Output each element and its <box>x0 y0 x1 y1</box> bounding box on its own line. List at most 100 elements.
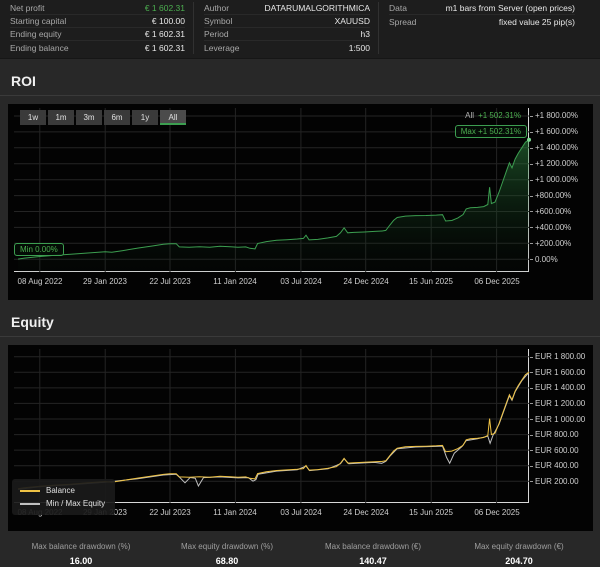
roi-chart-panel: 0.00%+200.00%+400.00%+600.00%+800.00%+1 … <box>8 104 593 300</box>
balance-line-swatch <box>20 490 40 492</box>
stat-label: Starting capital <box>10 16 66 26</box>
y-axis-label: +1 200.00% <box>535 159 578 168</box>
y-axis-label: EUR 800.00 <box>535 430 579 439</box>
equity-legend: Balance Min / Max Equity <box>12 479 115 515</box>
stat-symbol: Symbol XAUUSD <box>204 15 370 28</box>
y-axis-label: +1 600.00% <box>535 127 578 136</box>
y-axis-tick <box>530 372 533 373</box>
x-axis-label: 06 Dec 2025 <box>465 508 529 517</box>
legend-label: Min / Max Equity <box>46 499 105 508</box>
stat-ending-equity: Ending equity € 1 602.31 <box>10 28 185 41</box>
summary-col-data: Data m1 bars from Server (open prices) S… <box>378 2 583 54</box>
summary-col-profit: Net profit € 1 602.31 Starting capital €… <box>8 2 193 54</box>
stat-value: DATARUMALGORITHMICA <box>265 3 370 13</box>
stat-net-profit: Net profit € 1 602.31 <box>10 2 185 15</box>
y-axis-label: +800.00% <box>535 191 571 200</box>
roi-max-badge: Max +1 502.31% <box>455 125 527 138</box>
x-axis-label: 06 Dec 2025 <box>465 277 529 286</box>
range-button-1y[interactable]: 1y <box>132 110 158 125</box>
y-axis-tick <box>530 227 533 228</box>
y-axis-label: EUR 1 200.00 <box>535 399 585 408</box>
range-button-all[interactable]: All <box>160 110 186 125</box>
y-axis-tick <box>530 116 533 117</box>
x-axis-label: 24 Dec 2024 <box>334 277 398 286</box>
y-axis-tick <box>530 196 533 197</box>
summary-col-strategy: Author DATARUMALGORITHMICA Symbol XAUUSD… <box>193 2 378 54</box>
stat-label: Max equity drawdown (%) <box>154 542 300 551</box>
roi-section: ROI 0.00%+200.00%+400.00%+600.00%+800.00… <box>0 73 600 300</box>
stat-value: fixed value 25 pip(s) <box>499 17 575 27</box>
section-divider <box>0 336 600 337</box>
stat-value: € 1 602.31 <box>145 43 185 53</box>
range-button-1w[interactable]: 1w <box>20 110 46 125</box>
stat-value: € 100.00 <box>152 16 185 26</box>
x-axis-label: 22 Jul 2023 <box>138 277 202 286</box>
stat-starting-capital: Starting capital € 100.00 <box>10 15 185 28</box>
stat-label: Symbol <box>204 16 232 26</box>
y-axis-tick <box>530 435 533 436</box>
stat-label: Period <box>204 29 229 39</box>
roi-current-number: +1 502.31% <box>478 111 521 120</box>
stat-value: 68.80 <box>154 556 300 566</box>
stat-label: Spread <box>389 17 416 27</box>
y-axis-tick <box>530 481 533 482</box>
stat-label: Ending equity <box>10 29 62 39</box>
y-axis-label: EUR 600.00 <box>535 446 579 455</box>
stat-spread: Spread fixed value 25 pip(s) <box>389 15 575 28</box>
stat-period: Period h3 <box>204 28 370 41</box>
roi-range-buttons: 1w1m3m6m1yAll <box>20 110 186 125</box>
stat-value: 204.70 <box>446 556 592 566</box>
y-axis-tick <box>530 148 533 149</box>
y-axis-label: +400.00% <box>535 223 571 232</box>
stat-max-equity-drawdown-pct: Max equity drawdown (%) 68.80 <box>154 542 300 566</box>
range-button-1m[interactable]: 1m <box>48 110 74 125</box>
range-button-3m[interactable]: 3m <box>76 110 102 125</box>
stat-value: h3 <box>361 29 370 39</box>
x-axis-label: 03 Jul 2024 <box>269 508 333 517</box>
equity-chart-panel: EUR 200.00 EUR 400.00 EUR 600.00 EUR 800.00… <box>8 345 593 531</box>
y-axis-label: +600.00% <box>535 207 571 216</box>
stat-data: Data m1 bars from Server (open prices) <box>389 2 575 15</box>
y-axis-label: EUR 400.00 <box>535 461 579 470</box>
stat-label: Max balance drawdown (%) <box>8 542 154 551</box>
stat-label: Max balance drawdown (€) <box>300 542 446 551</box>
y-axis-label: +1 800.00% <box>535 111 578 120</box>
stat-max-equity-drawdown-eur: Max equity drawdown (€) 204.70 <box>446 542 592 566</box>
roi-heading: ROI <box>11 73 600 89</box>
y-axis-label: +1 000.00% <box>535 175 578 184</box>
x-axis-label: 22 Jul 2023 <box>138 508 202 517</box>
stat-value: € 1 602.31 <box>145 3 185 13</box>
y-axis-tick <box>530 211 533 212</box>
y-axis-tick <box>530 132 533 133</box>
x-axis-label: 15 Jun 2025 <box>399 277 463 286</box>
y-axis-label: EUR 200.00 <box>535 477 579 486</box>
y-axis-tick <box>530 357 533 358</box>
stat-label: Net profit <box>10 3 45 13</box>
stat-max-balance-drawdown-pct: Max balance drawdown (%) 16.00 <box>8 542 154 566</box>
roi-min-badge: Min 0.00% <box>14 243 64 256</box>
x-axis-label: 08 Aug 2022 <box>8 277 72 286</box>
legend-item-balance: Balance <box>20 484 105 497</box>
y-axis-tick <box>530 243 533 244</box>
stat-max-balance-drawdown-eur: Max balance drawdown (€) 140.47 <box>300 542 446 566</box>
equity-section: Equity EUR 200.00EUR 400.00EUR 600.00EUR… <box>0 314 600 531</box>
y-axis-label: 0.00% <box>535 255 558 264</box>
range-button-6m[interactable]: 6m <box>104 110 130 125</box>
y-axis-tick <box>530 388 533 389</box>
x-axis-label: 11 Jan 2024 <box>203 508 267 517</box>
stat-value: 1:500 <box>349 43 370 53</box>
y-axis-label: +1 400.00% <box>535 143 578 152</box>
stat-label: Max equity drawdown (€) <box>446 542 592 551</box>
roi-current-value: All+1 502.31% <box>465 111 521 120</box>
summary-stats-band: Net profit € 1 602.31 Starting capital €… <box>0 0 600 59</box>
y-axis-tick <box>530 403 533 404</box>
x-axis-label: 15 Jun 2025 <box>399 508 463 517</box>
y-axis-tick <box>530 164 533 165</box>
x-axis-label: 11 Jan 2024 <box>203 277 267 286</box>
y-axis-label: EUR 1 000.00 <box>535 415 585 424</box>
equity-heading: Equity <box>11 314 600 330</box>
x-axis-label: 24 Dec 2024 <box>334 508 398 517</box>
stat-label: Ending balance <box>10 43 69 53</box>
stat-value: m1 bars from Server (open prices) <box>446 3 575 13</box>
chart-plot-area <box>14 108 529 272</box>
